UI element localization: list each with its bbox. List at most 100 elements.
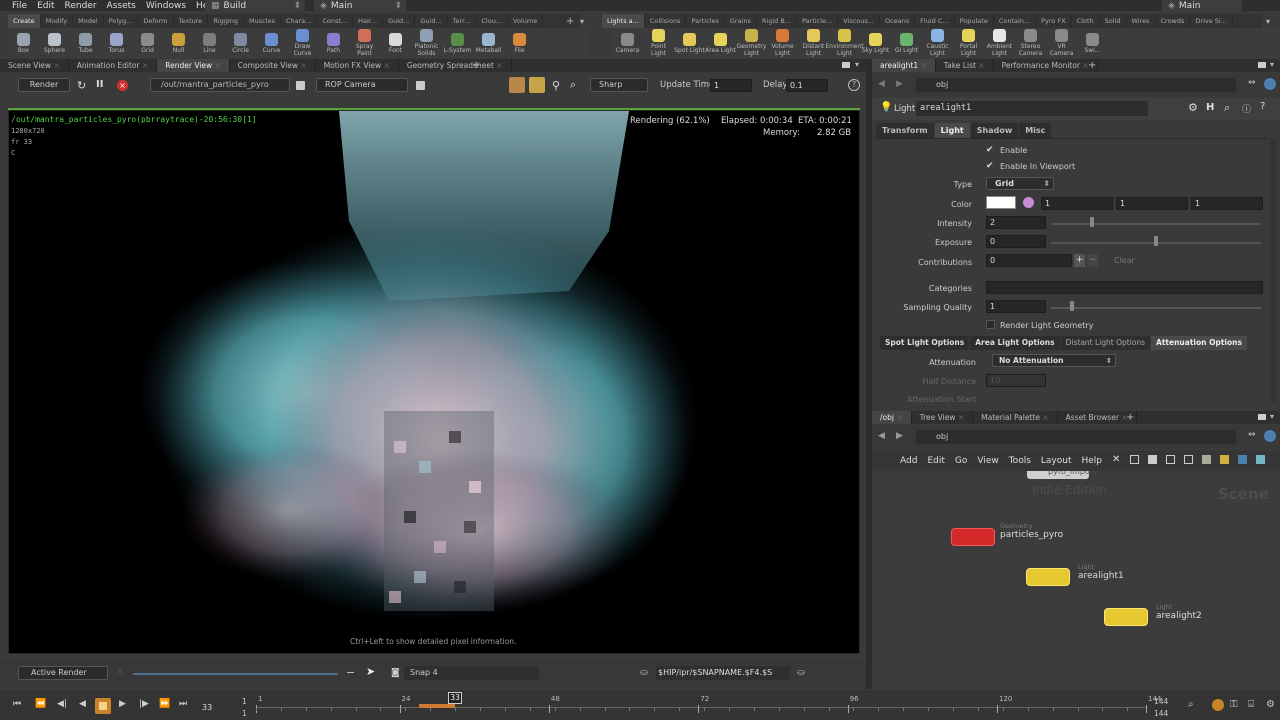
pane-menu-icon[interactable]: ▾	[1270, 60, 1274, 69]
shelf-tool-gi-light[interactable]: GI Light	[891, 32, 922, 54]
desktop-selector-main-right[interactable]: ◈ Main	[1162, 0, 1242, 11]
shelf-tool-box[interactable]: Box	[8, 32, 39, 54]
tab-motion-fx-view[interactable]: Motion FX View ×	[316, 59, 399, 72]
shelf-tool-sphere[interactable]: Sphere	[39, 32, 70, 54]
network-menu-edit[interactable]: Edit	[927, 456, 944, 466]
shelf-tab[interactable]: Crowds	[1156, 14, 1191, 28]
desktop-selector-build[interactable]: ▦ Build ⬍	[205, 0, 305, 11]
shelf-tab[interactable]: Pyro FX	[1036, 14, 1072, 28]
shelf-tool-spot-light[interactable]: Spot Light	[674, 32, 705, 54]
camera-snapshot-icon[interactable]: ◙	[391, 668, 400, 678]
tab-area-light-options[interactable]: Area Light Options	[970, 336, 1060, 350]
shelf-tab[interactable]: Terr...	[448, 14, 477, 28]
network-menu-add[interactable]: Add	[900, 456, 917, 466]
step-back-icon[interactable]: ◀|	[57, 699, 67, 709]
tab-close-icon[interactable]: ×	[494, 61, 502, 70]
help-icon[interactable]	[1264, 78, 1276, 90]
desktop-selector-main[interactable]: ◈ Main ⬍	[314, 0, 406, 11]
menu-item-assets[interactable]: Assets	[107, 1, 136, 11]
region-render-icon[interactable]	[509, 77, 525, 93]
help-icon[interactable]: H	[1206, 102, 1214, 113]
shelf-tool-camera[interactable]: Camera	[612, 32, 643, 54]
shelf-tab[interactable]: Volume	[508, 14, 544, 28]
shelf-tool-l-system[interactable]: L-System	[442, 32, 473, 54]
shelf-tab[interactable]: Wires	[1127, 14, 1156, 28]
shelf-menu-icon[interactable]: ▾	[1266, 14, 1270, 28]
range-end[interactable]: 144	[1154, 697, 1168, 706]
shelf-tool-stereo-camera[interactable]: Stereo Camera	[1015, 29, 1046, 57]
search-icon[interactable]: ⌕	[1188, 699, 1194, 710]
shelf-tab[interactable]: Modify	[41, 14, 74, 28]
tab-shadow[interactable]: Shadow	[970, 123, 1019, 138]
shelf-tab[interactable]: Particles	[686, 14, 725, 28]
shelf-menu-icon[interactable]: ▾	[580, 14, 584, 28]
render-viewport[interactable]: /out/mantra_particles_pyro(pbrraytrace)-…	[8, 110, 860, 654]
active-render-select[interactable]: Active Render	[18, 666, 108, 680]
pin-icon[interactable]: ⇔	[1248, 78, 1256, 88]
tab-material-palette[interactable]: Material Palette ×	[973, 411, 1058, 424]
tab-close-icon[interactable]: ×	[894, 413, 902, 422]
tab-scene-view[interactable]: Scene View ×	[0, 59, 69, 72]
range-end-secondary[interactable]: 144	[1154, 709, 1168, 718]
shelf-tool-grid[interactable]: Grid	[132, 32, 163, 54]
color-b-field[interactable]: 1	[1191, 197, 1263, 210]
shelf-add-icon[interactable]: +	[566, 14, 574, 28]
color-r-field[interactable]: 1	[1041, 197, 1113, 210]
intensity-slider[interactable]	[1051, 223, 1261, 225]
shelf-tool-sky-light[interactable]: Sky Light	[860, 32, 891, 54]
tab-asset-browser[interactable]: Asset Browser ×	[1058, 411, 1137, 424]
shelf-tab[interactable]: Cloth	[1072, 14, 1100, 28]
tab-animation-editor[interactable]: Animation Editor ×	[69, 59, 158, 72]
shelf-tool-caustic-light[interactable]: Caustic Light	[922, 29, 953, 57]
color-g-field[interactable]: 1	[1116, 197, 1188, 210]
forward-arrow-icon[interactable]: ▶	[896, 431, 903, 441]
light-node-icon[interactable]	[1104, 608, 1148, 626]
sampling-quality-slider[interactable]	[1051, 307, 1261, 309]
tab-close-icon[interactable]: ×	[918, 61, 927, 70]
play-reverse-icon[interactable]: ◀	[79, 699, 86, 709]
pane-maximize-icon[interactable]	[1258, 414, 1266, 420]
range-start[interactable]: 1	[242, 697, 247, 706]
pane-menu-icon[interactable]: ▾	[855, 60, 859, 69]
exposure-field[interactable]: 0	[986, 235, 1046, 248]
intensity-field[interactable]: 2	[986, 216, 1046, 229]
channel-icon[interactable]: ⌸	[1248, 699, 1254, 710]
tab-render-view[interactable]: Render View ×	[157, 59, 230, 72]
help-icon[interactable]	[1264, 430, 1276, 442]
shelf-tool-draw-curve[interactable]: Draw Curve	[287, 29, 318, 57]
range-start-secondary[interactable]: 1	[242, 709, 247, 718]
shelf-tab[interactable]: Populate	[955, 14, 994, 28]
shelf-tab[interactable]: Guid...	[383, 14, 416, 28]
half-distance-field[interactable]: 10	[986, 374, 1046, 387]
network-menu-help[interactable]: Help	[1082, 456, 1103, 466]
network-box-icon[interactable]	[1220, 455, 1229, 464]
forward-arrow-icon[interactable]: ▶	[896, 79, 903, 89]
network-editor[interactable]: pyro_import Indie Edition Scene Geometry…	[872, 471, 1280, 689]
attenuation-select[interactable]: No Attenuation ⬍	[992, 354, 1116, 367]
shelf-tab[interactable]: Muscles	[244, 14, 281, 28]
jump-end-icon[interactable]: ⏭	[179, 699, 187, 709]
stop-button[interactable]	[95, 698, 111, 714]
jump-start-icon[interactable]: ⏮	[13, 699, 21, 709]
color-swatch[interactable]	[986, 196, 1016, 209]
refresh-icon[interactable]: ↻	[77, 79, 86, 92]
enable-viewport-checkbox[interactable]: ✔	[986, 161, 994, 171]
shelf-tab[interactable]: Particle...	[797, 14, 839, 28]
shelf-tool-null[interactable]: Null	[163, 32, 194, 54]
shelf-tool-area-light[interactable]: Area Light	[705, 32, 736, 54]
tab-attenuation-options[interactable]: Attenuation Options	[1151, 336, 1247, 350]
shelf-tool-line[interactable]: Line	[194, 32, 225, 54]
sticky-note-icon[interactable]	[1202, 455, 1211, 464]
stop-render-icon[interactable]: ×	[117, 80, 128, 91]
palette-icon[interactable]	[1238, 455, 1247, 464]
shelf-tab[interactable]: Create	[8, 14, 41, 28]
shelf-tab[interactable]: Const...	[317, 14, 354, 28]
shelf-tool-volume-light[interactable]: Volume Light	[767, 29, 798, 57]
current-frame-field[interactable]: 33	[202, 703, 212, 712]
enable-checkbox[interactable]: ✔	[986, 145, 994, 155]
shelf-tab[interactable]: Deform	[138, 14, 174, 28]
shelf-tab[interactable]: Chara...	[281, 14, 318, 28]
tab-take-list[interactable]: Take List ×	[936, 59, 994, 72]
tab-composite-view[interactable]: Composite View ×	[230, 59, 316, 72]
shelf-tool-torus[interactable]: Torus	[101, 32, 132, 54]
